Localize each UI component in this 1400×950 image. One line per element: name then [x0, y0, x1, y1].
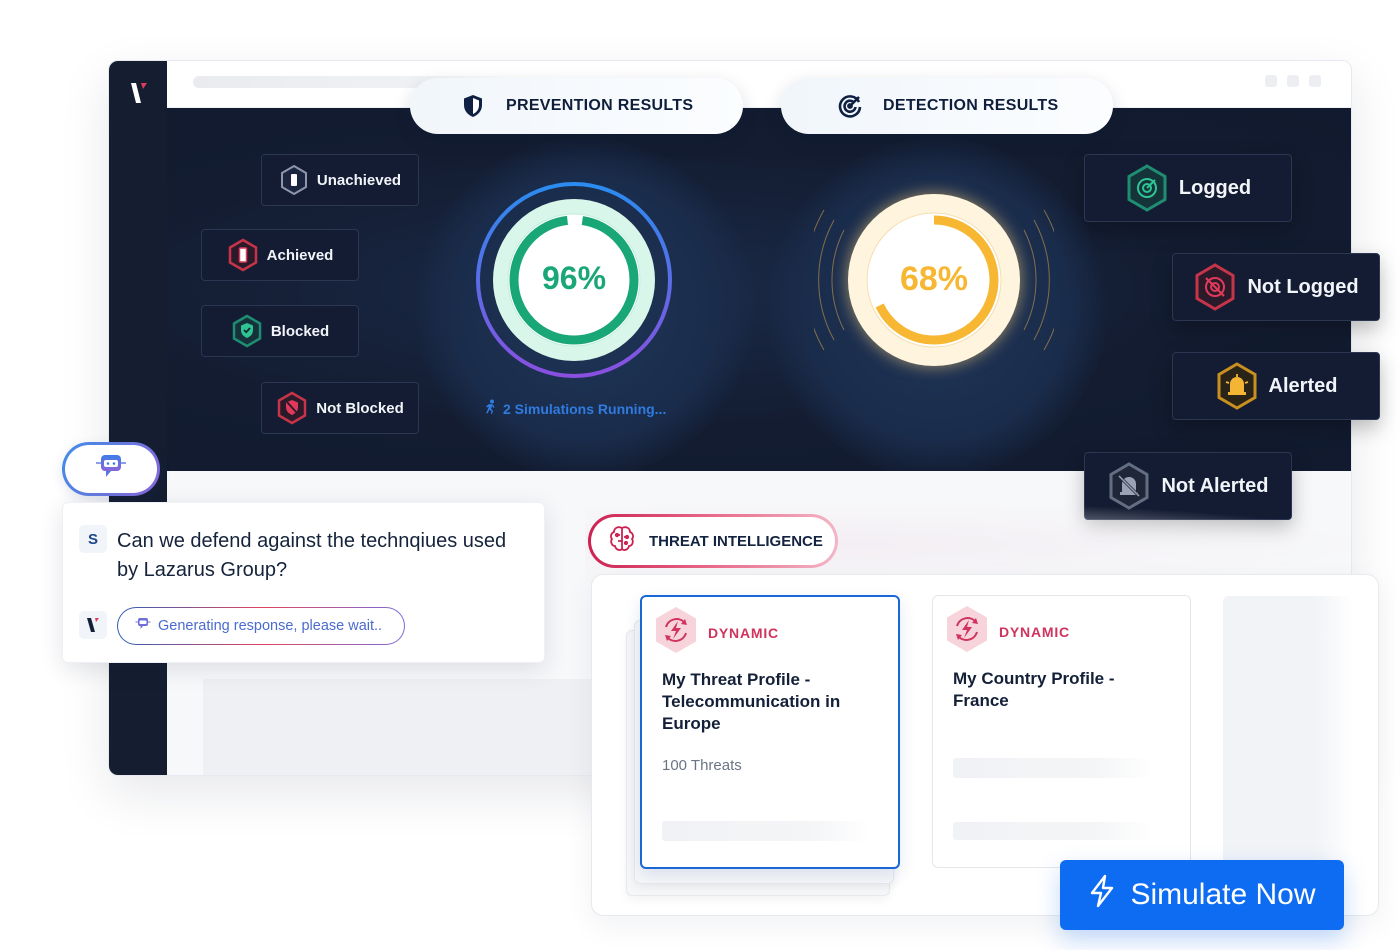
achieved-hex-icon	[227, 238, 259, 272]
shield-icon	[460, 93, 486, 119]
dynamic-refresh-icon	[652, 605, 700, 660]
running-person-icon	[482, 399, 498, 418]
user-message: Can we defend against the technqiues use…	[117, 530, 507, 581]
status-label: Not Logged	[1247, 275, 1359, 298]
skeleton-line	[953, 822, 1153, 840]
loading-card	[1223, 596, 1353, 868]
generating-text: Generating response, please wait..	[158, 618, 383, 634]
card-title: My Threat Profile - Telecommunication in…	[662, 670, 841, 733]
chat-card: S Can we defend against the technqiues u…	[62, 502, 545, 663]
tab-prevention-results[interactable]: PREVENTION RESULTS	[410, 78, 743, 134]
detection-gauge: 68%	[814, 180, 1054, 380]
radar-target-icon	[837, 93, 863, 119]
tab-label: DETECTION RESULTS	[883, 97, 1059, 114]
badge-label: DYNAMIC	[708, 624, 779, 641]
threat-profile-card[interactable]: DYNAMIC My Threat Profile - Telecommunic…	[640, 595, 900, 869]
status-label: Alerted	[1268, 374, 1338, 397]
logo-mark[interactable]	[129, 79, 149, 107]
window-control[interactable]	[1309, 75, 1321, 87]
skeleton-line	[662, 821, 872, 841]
chatbot-button[interactable]	[62, 442, 160, 496]
status-label: Unachieved	[316, 171, 402, 189]
window-control[interactable]	[1287, 75, 1299, 87]
lightning-icon	[1088, 874, 1116, 916]
unachieved-hex-icon	[279, 164, 309, 196]
simulations-running-link[interactable]: 2 Simulations Running...	[482, 399, 666, 418]
status-not-logged[interactable]: Not Logged	[1172, 253, 1380, 321]
tab-label: PREVENTION RESULTS	[506, 97, 694, 114]
shield-check-hex-icon	[231, 314, 263, 348]
window-controls	[1265, 75, 1321, 87]
simulate-now-label: Simulate Now	[1130, 878, 1316, 911]
tab-detection-results[interactable]: DETECTION RESULTS	[781, 78, 1113, 134]
target-slash-hex-icon	[1193, 263, 1237, 311]
content-skeleton	[203, 679, 623, 775]
status-label: Achieved	[266, 246, 334, 264]
logo-mark	[87, 618, 99, 632]
siren-hex-icon	[1215, 362, 1259, 410]
top-bar	[167, 61, 1351, 108]
dynamic-badge: DYNAMIC	[943, 604, 1070, 659]
skeleton-line	[953, 758, 1153, 778]
target-hex-icon	[1125, 164, 1169, 212]
dynamic-badge: DYNAMIC	[652, 605, 779, 660]
sidebar	[109, 61, 167, 775]
assistant-avatar	[79, 611, 107, 639]
chatbot-icon	[134, 616, 152, 636]
status-label: Not Blocked	[316, 399, 404, 417]
status-unachieved[interactable]: Unachieved	[261, 154, 419, 206]
status-logged[interactable]: Logged	[1084, 154, 1292, 222]
card-subtitle: 100 Threats	[662, 757, 742, 774]
status-achieved[interactable]: Achieved	[201, 229, 359, 281]
status-label: Not Alerted	[1161, 474, 1269, 497]
country-profile-card[interactable]: DYNAMIC My Country Profile - France	[932, 595, 1191, 868]
status-label: Blocked	[270, 322, 330, 340]
dynamic-refresh-icon	[943, 604, 991, 659]
shield-slash-hex-icon	[276, 391, 308, 425]
window-control[interactable]	[1265, 75, 1277, 87]
card-title: My Country Profile - France	[953, 669, 1115, 710]
threat-intel-label: THREAT INTELLIGENCE	[649, 532, 823, 550]
status-label: Logged	[1178, 176, 1252, 199]
simulate-now-button[interactable]: Simulate Now	[1060, 860, 1344, 930]
generating-status: Generating response, please wait..	[117, 607, 405, 645]
status-blocked[interactable]: Blocked	[201, 305, 359, 357]
status-alerted[interactable]: Alerted	[1172, 352, 1380, 420]
chatbot-icon	[94, 451, 128, 488]
gauge-value: 68%	[899, 260, 969, 298]
user-avatar: S	[79, 525, 107, 553]
badge-label: DYNAMIC	[999, 623, 1070, 640]
simulations-running-text: 2 Simulations Running...	[503, 400, 667, 417]
prevention-gauge: 96%	[474, 180, 674, 380]
gauge-value: 96%	[541, 260, 607, 296]
brain-icon	[607, 524, 637, 558]
status-not-blocked[interactable]: Not Blocked	[261, 382, 419, 434]
tab-threat-intelligence[interactable]: THREAT INTELLIGENCE	[588, 514, 838, 568]
